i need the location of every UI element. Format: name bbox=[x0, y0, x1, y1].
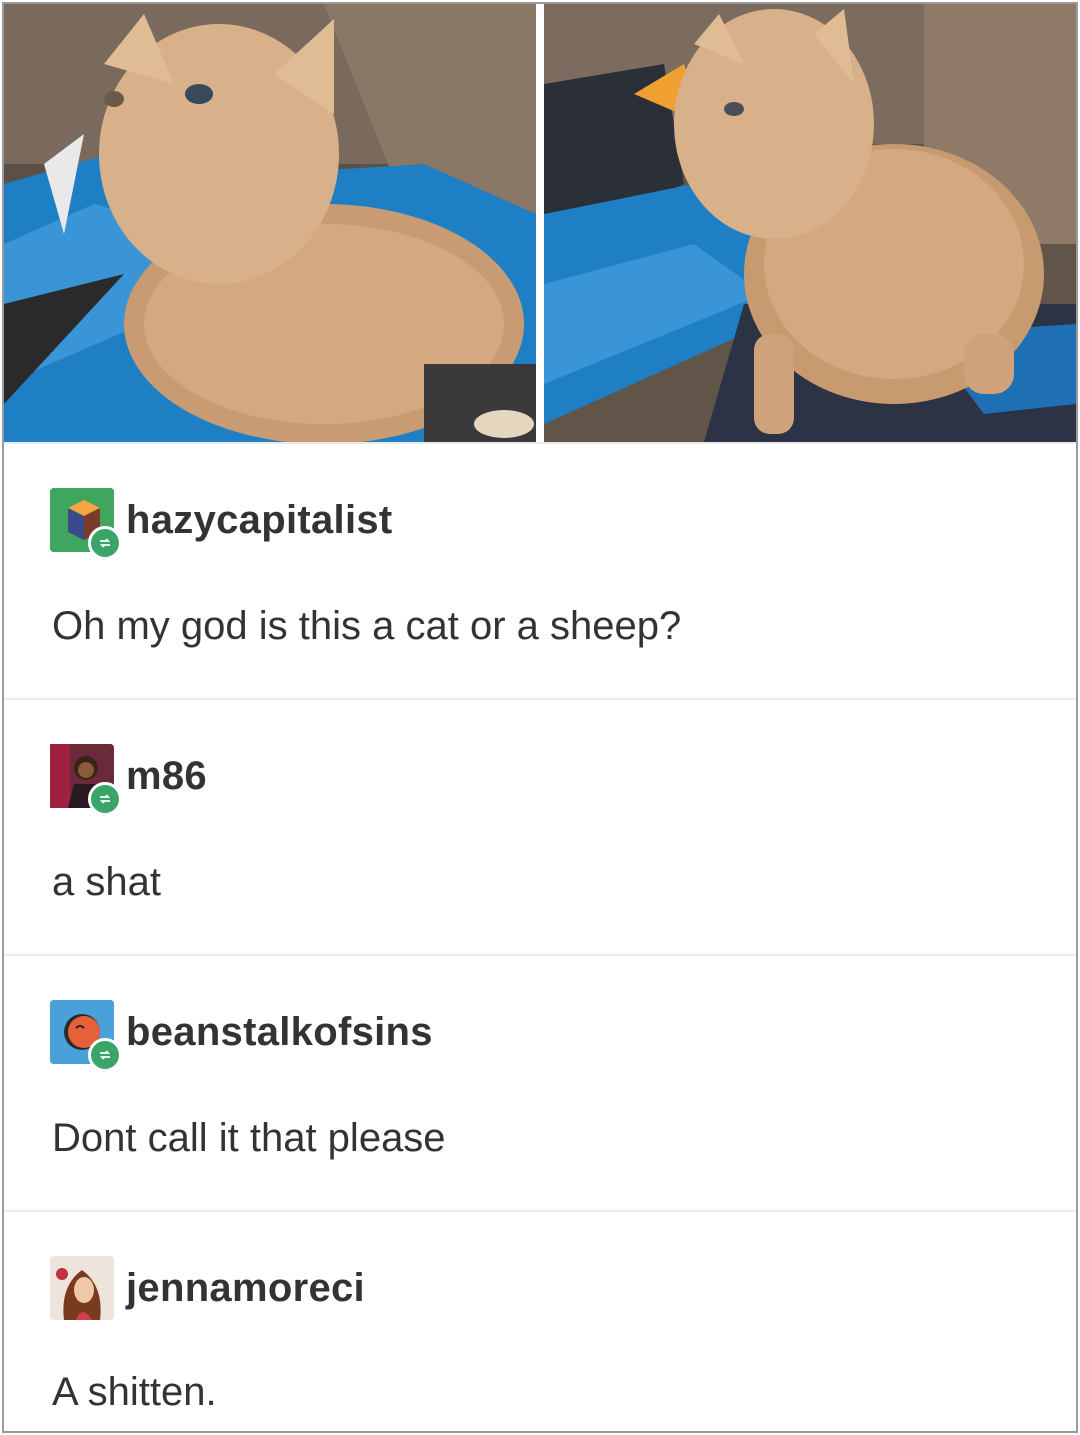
reblog-note: m86 a shat bbox=[4, 698, 1076, 954]
reblog-icon bbox=[99, 794, 111, 804]
reblog-badge bbox=[88, 1038, 122, 1072]
photo-set bbox=[4, 4, 1076, 442]
avatar[interactable] bbox=[50, 1256, 114, 1320]
kitten-photo-right-icon bbox=[544, 4, 1076, 442]
reblog-note: beanstalkofsins Dont call it that please bbox=[4, 954, 1076, 1210]
avatar[interactable] bbox=[50, 1000, 122, 1072]
username[interactable]: m86 bbox=[126, 754, 207, 799]
username[interactable]: beanstalkofsins bbox=[126, 1010, 433, 1055]
note-text: A shitten. bbox=[52, 1370, 217, 1414]
avatar[interactable] bbox=[50, 488, 122, 560]
note-text: Oh my god is this a cat or a sheep? bbox=[52, 604, 682, 648]
username[interactable]: jennamoreci bbox=[126, 1266, 365, 1311]
note-text: a shat bbox=[52, 860, 161, 904]
tumblr-post: hazycapitalist Oh my god is this a cat o… bbox=[2, 2, 1078, 1433]
woman-avatar-icon bbox=[50, 1256, 114, 1320]
avatar[interactable] bbox=[50, 744, 122, 816]
note-text: Dont call it that please bbox=[52, 1116, 446, 1160]
note-header: beanstalkofsins bbox=[50, 1000, 433, 1072]
note-header: hazycapitalist bbox=[50, 488, 393, 560]
photo-right[interactable] bbox=[544, 4, 1076, 442]
reblog-note: hazycapitalist Oh my god is this a cat o… bbox=[4, 442, 1076, 698]
reblog-icon bbox=[99, 1050, 111, 1060]
reblog-badge bbox=[88, 782, 122, 816]
reblog-icon bbox=[99, 538, 111, 548]
photo-left[interactable] bbox=[4, 4, 536, 442]
username[interactable]: hazycapitalist bbox=[126, 498, 393, 543]
reblog-note: jennamoreci A shitten. bbox=[4, 1210, 1076, 1431]
note-header: m86 bbox=[50, 744, 207, 816]
reblog-badge bbox=[88, 526, 122, 560]
note-header: jennamoreci bbox=[50, 1256, 365, 1320]
kitten-photo-left-icon bbox=[4, 4, 536, 442]
